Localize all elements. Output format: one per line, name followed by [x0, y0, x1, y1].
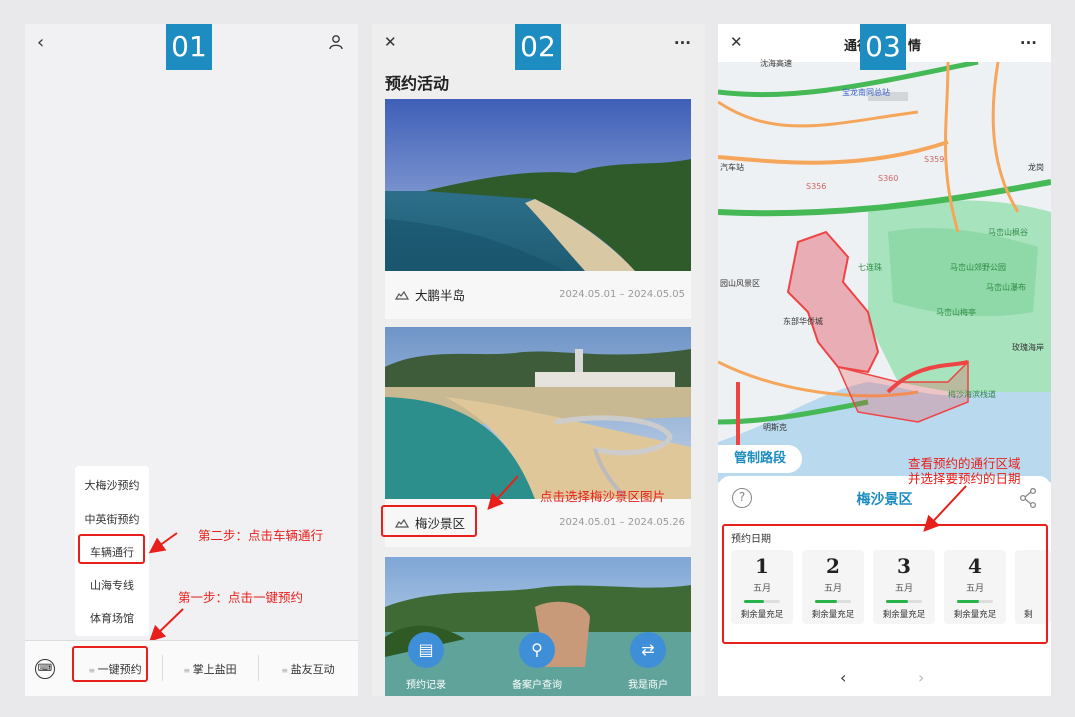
tab-yantian[interactable]: ≡ 掌上盐田 [165, 661, 255, 677]
records-icon[interactable]: ▤ [408, 632, 444, 668]
annotation-arrows [148, 532, 184, 642]
step-badge: 03 [860, 24, 906, 70]
search-icon[interactable]: ⚲ [519, 632, 555, 668]
screen-step-2: ✕ ··· 02 预约活动 大鹏半岛 2024.05.01 – 2024.05.… [372, 24, 705, 696]
divider [258, 655, 259, 681]
highlight-one-click-booking [72, 646, 148, 682]
screen-step-1: ‹ 01 大梅沙预约 中英街预约 车辆通行 山海专线 体育场馆 第二步：点击车辆… [25, 24, 358, 696]
tab-interaction[interactable]: ≡ 盐友互动 [263, 661, 353, 677]
annotation-arrow [923, 485, 967, 532]
tab-label: 盐友互动 [290, 663, 335, 676]
step-badge: 01 [166, 24, 212, 70]
merchant-label[interactable]: 我是商户 [608, 676, 688, 691]
screen-step-3: ✕ 通行 情 ··· 03 宝龙南同总站 马峦山枫谷 马峦山郊野公园 马峦山瀑布 [718, 24, 1051, 696]
keyboard-icon[interactable]: ⌨ [35, 659, 55, 679]
tab-label: 掌上盐田 [192, 663, 237, 676]
divider [162, 655, 163, 681]
swap-icon[interactable]: ⇄ [630, 632, 666, 668]
step-badge: 02 [515, 24, 561, 70]
records-label[interactable]: 预约记录 [386, 676, 466, 691]
search-label[interactable]: 备案户查询 [497, 676, 577, 691]
